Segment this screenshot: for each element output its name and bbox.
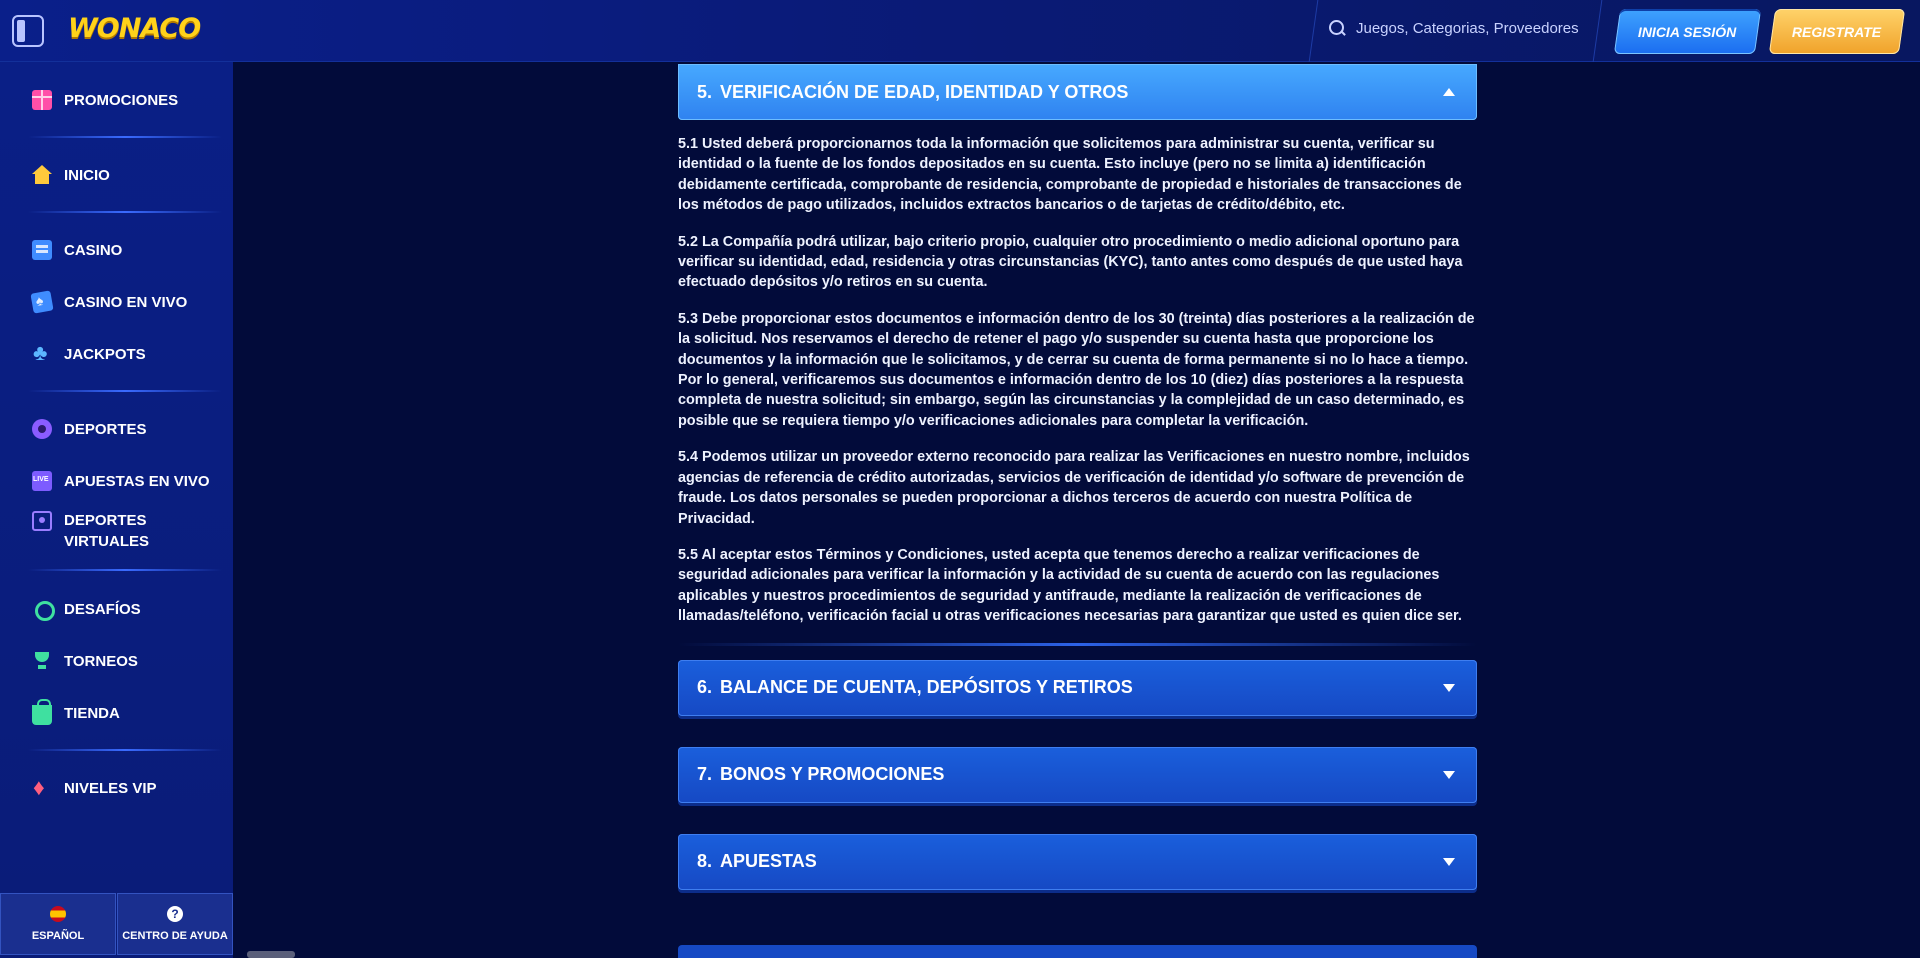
sidebar-item-label: CASINO <box>64 241 123 259</box>
live-badge-icon <box>32 471 52 491</box>
section-7-header[interactable]: 7. BONOS Y PROMOCIONES <box>678 746 1477 803</box>
slot-machine-icon <box>32 240 52 260</box>
virtual-sports-icon <box>32 511 52 531</box>
sidebar-item-label: TORNEOS <box>64 652 138 670</box>
sidebar-item-casino-en-vivo[interactable]: CASINO EN VIVO <box>0 290 233 314</box>
sidebar-item-label: APUESTAS EN VIVO <box>64 472 210 490</box>
terms-content: 5. VERIFICACIÓN DE EDAD, IDENTIDAD Y OTR… <box>678 62 1477 890</box>
sidebar-item-label: DEPORTES <box>64 420 147 438</box>
clover-icon <box>32 340 52 366</box>
chevron-down-icon <box>1443 683 1455 692</box>
sidebar-toggle-icon[interactable] <box>12 15 44 47</box>
section-title: BONOS Y PROMOCIONES <box>720 764 945 785</box>
section-number: 6. <box>697 677 713 698</box>
language-button[interactable]: ESPAÑOL <box>0 893 116 955</box>
gift-icon <box>32 90 52 110</box>
section-number: 8. <box>697 851 713 872</box>
search-icon <box>1328 19 1346 37</box>
help-icon: ? <box>167 906 183 922</box>
sidebar-item-tienda[interactable]: TIENDA <box>0 699 233 725</box>
home-icon <box>32 165 52 185</box>
section-title: APUESTAS <box>720 851 817 872</box>
trophy-icon <box>32 651 52 671</box>
paragraph: 5.1 Usted deberá proporcionarnos toda la… <box>678 136 1462 214</box>
horizontal-scrollbar[interactable] <box>247 951 295 958</box>
sidebar-item-label: CASINO EN VIVO <box>64 293 188 311</box>
brand-logo[interactable]: WONACO <box>68 13 201 44</box>
sidebar-item-torneos[interactable]: TORNEOS <box>0 649 233 673</box>
sidebar-item-label-line1: DEPORTES <box>64 512 147 529</box>
sidebar-divider <box>28 390 222 392</box>
section-5-body: 5.1 Usted deberá proporcionarnos toda la… <box>678 120 1477 627</box>
sidebar-item-jackpots[interactable]: JACKPOTS <box>0 340 233 366</box>
search-placeholder: Juegos, Categorias, Proveedores <box>1356 19 1579 37</box>
paragraph: 5.5 Al aceptar estos Términos y Condicio… <box>678 546 1462 625</box>
sidebar-item-apuestas-en-vivo[interactable]: APUESTAS EN VIVO <box>0 469 233 493</box>
search-input[interactable]: Juegos, Categorias, Proveedores <box>1328 19 1579 37</box>
help-center-button[interactable]: ? CENTRO DE AYUDA <box>117 893 233 955</box>
sidebar-item-label: DESAFÍOS <box>64 600 141 618</box>
sidebar-item-niveles-vip[interactable]: NIVELES VIP <box>0 774 233 801</box>
section-9-header-peek[interactable] <box>678 945 1477 958</box>
register-button[interactable]: REGISTRATE <box>1768 9 1906 54</box>
section-title: VERIFICACIÓN DE EDAD, IDENTIDAD Y OTROS <box>720 81 1129 102</box>
section-number: 7. <box>697 764 713 785</box>
sidebar-divider <box>28 749 222 751</box>
paragraph: 5.2 La Compañía podrá utilizar, bajo cri… <box>678 233 1463 291</box>
sidebar-item-inicio[interactable]: INICIO <box>0 163 233 187</box>
language-label: ESPAÑOL <box>31 930 85 942</box>
top-bar: WONACO Juegos, Categorias, Proveedores I… <box>0 0 1920 62</box>
shopping-bag-icon <box>32 699 52 725</box>
sidebar-divider <box>28 136 222 138</box>
playing-card-icon <box>30 290 54 314</box>
paragraph: 5.4 Podemos utilizar un proveedor extern… <box>678 449 1470 527</box>
soccer-ball-icon <box>32 419 52 439</box>
section-title: BALANCE DE CUENTA, DEPÓSITOS Y RETIROS <box>720 677 1133 698</box>
chevron-down-icon <box>1443 857 1455 866</box>
gem-icon <box>32 774 52 801</box>
login-button[interactable]: INICIA SESIÓN <box>1613 9 1762 54</box>
medal-icon <box>32 599 55 621</box>
sidebar-item-label: TIENDA <box>64 704 120 722</box>
section-5-header[interactable]: 5. VERIFICACIÓN DE EDAD, IDENTIDAD Y OTR… <box>678 64 1477 120</box>
section-6-header[interactable]: 6. BALANCE DE CUENTA, DEPÓSITOS Y RETIRO… <box>678 659 1477 716</box>
sidebar-item-deportes[interactable]: DEPORTES <box>0 417 233 441</box>
sidebar-divider <box>28 211 222 213</box>
sidebar: PROMOCIONES INICIO CASINO CASINO EN VIVO… <box>0 62 233 958</box>
sidebar-item-label: JACKPOTS <box>64 345 146 363</box>
sidebar-item-label: PROMOCIONES <box>64 91 179 109</box>
sidebar-item-label-line2: VIRTUALES <box>64 533 150 550</box>
chevron-up-icon <box>1443 88 1455 96</box>
sidebar-item-label: NIVELES VIP <box>64 779 157 797</box>
sidebar-item-label: DEPORTES VIRTUALES <box>64 510 149 552</box>
section-number: 5. <box>697 81 713 102</box>
register-button-label: REGISTRATE <box>1792 23 1882 40</box>
sidebar-item-casino[interactable]: CASINO <box>0 238 233 262</box>
chevron-down-icon <box>1443 770 1455 779</box>
sidebar-item-deportes-virtuales[interactable]: DEPORTES VIRTUALES <box>0 510 233 554</box>
sidebar-divider <box>28 569 222 571</box>
paragraph: 5.3 Debe proporcionar estos documentos e… <box>678 310 1475 429</box>
spain-flag-icon <box>50 906 66 922</box>
section-8-header[interactable]: 8. APUESTAS <box>678 833 1477 890</box>
section-divider <box>678 642 1477 646</box>
sidebar-item-label: INICIO <box>64 166 110 184</box>
sidebar-item-desafios[interactable]: DESAFÍOS <box>0 597 233 621</box>
sidebar-item-promociones[interactable]: PROMOCIONES <box>0 88 233 112</box>
help-center-label: CENTRO DE AYUDA <box>122 930 228 942</box>
login-button-label: INICIA SESIÓN <box>1638 23 1737 40</box>
